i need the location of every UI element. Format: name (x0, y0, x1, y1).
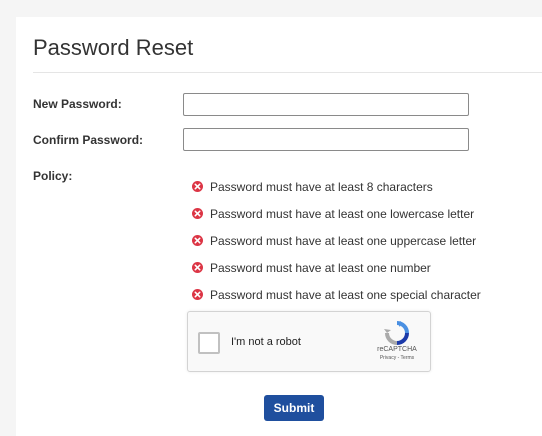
error-x-icon (192, 262, 203, 273)
policy-item-text: Password must have at least one lowercas… (210, 206, 475, 221)
error-x-icon (192, 208, 203, 219)
confirm-password-input[interactable] (183, 128, 469, 151)
policy-item: Password must have at least one lowercas… (192, 200, 481, 227)
recaptcha-widget: I'm not a robot reCAPTCHA Privacy - Term… (187, 311, 431, 372)
recaptcha-label: I'm not a robot (231, 336, 301, 348)
password-reset-panel: Password Reset New Password: Confirm Pas… (16, 17, 542, 436)
policy-item-text: Password must have at least one uppercas… (210, 233, 477, 248)
recaptcha-brand: reCAPTCHA (377, 346, 417, 353)
confirm-password-label: Confirm Password: (33, 133, 144, 147)
error-x-icon (192, 235, 203, 246)
new-password-input[interactable] (183, 93, 469, 116)
password-policy-list: Password must have at least 8 characters… (192, 173, 481, 308)
recaptcha-logo: reCAPTCHA Privacy - Terms (369, 321, 419, 369)
new-password-label: New Password: (33, 97, 122, 111)
policy-item-text: Password must have at least 8 characters (210, 179, 433, 194)
title-divider (33, 72, 542, 73)
page-title: Password Reset (33, 35, 194, 60)
policy-item-text: Password must have at least one number (210, 260, 431, 275)
recaptcha-links[interactable]: Privacy - Terms (369, 355, 425, 361)
policy-item: Password must have at least one special … (192, 281, 481, 308)
error-x-icon (192, 289, 203, 300)
policy-label: Policy: (33, 169, 73, 183)
policy-item: Password must have at least one number (192, 254, 481, 281)
policy-item-text: Password must have at least one special … (210, 287, 481, 302)
policy-item: Password must have at least 8 characters (192, 173, 481, 200)
policy-item: Password must have at least one uppercas… (192, 227, 481, 254)
recaptcha-logo-icon (384, 321, 409, 345)
recaptcha-checkbox[interactable] (198, 332, 220, 354)
submit-button[interactable]: Submit (264, 395, 324, 421)
error-x-icon (192, 181, 203, 192)
